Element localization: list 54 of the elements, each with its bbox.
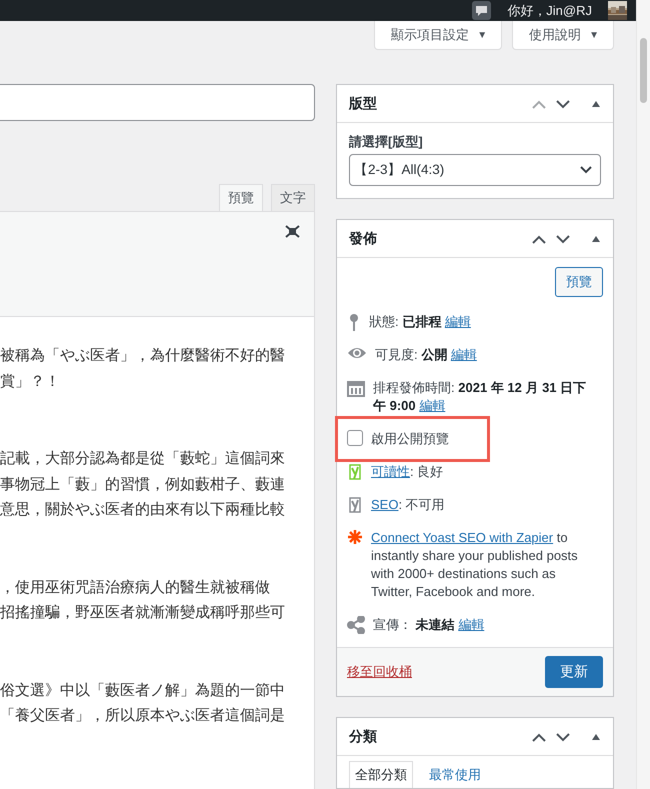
zapier-text: Connect Yoast SEO with Zapier to instantly share your published posts with 2000+ destinations such as Twitter, Facebook and more. bbox=[371, 529, 579, 601]
paragraph-line: 賞」？！ bbox=[0, 370, 61, 392]
move-down-icon[interactable] bbox=[555, 732, 571, 742]
chevron-down-icon bbox=[580, 166, 592, 174]
paragraph-line: 「養父医者」，所以原本やぶ医者這個詞是 bbox=[0, 705, 286, 726]
box-title: 發佈 bbox=[349, 230, 378, 248]
comment-icon[interactable] bbox=[472, 1, 492, 20]
editor-tab[interactable]: 文字 bbox=[271, 184, 315, 211]
paragraph-line: 招搖撞騙，野巫医者就漸漸變成稱呼那些可 bbox=[0, 602, 286, 623]
paragraph-line: ，使用巫術咒語治療病人的醫生就被稱做 bbox=[0, 576, 271, 598]
greeting-text[interactable]: 你好，Jin@RJ bbox=[507, 2, 592, 20]
meta-text: 可見度: 公開 編輯 bbox=[375, 346, 477, 364]
field-label: 請選擇[版型] bbox=[349, 133, 424, 151]
meta-text: 狀態: 已排程 編輯 bbox=[369, 313, 471, 331]
seo-text: 可讀性: 良好 bbox=[371, 463, 444, 481]
asterisk-icon bbox=[347, 529, 363, 545]
update-button[interactable]: 更新 bbox=[545, 656, 603, 688]
trash-link[interactable]: 移至回收桶 bbox=[347, 663, 412, 681]
box-title: 版型 bbox=[349, 94, 378, 112]
move-up-icon[interactable] bbox=[531, 732, 547, 742]
move-up-icon[interactable] bbox=[531, 234, 547, 244]
screen-option-button[interactable]: 顯示項目設定 ▼ bbox=[374, 21, 502, 50]
score-link[interactable]: 可讀性 bbox=[371, 464, 410, 479]
paragraph-line: 記載，大部分認為都是從「藪蛇」這個詞來 bbox=[0, 448, 286, 469]
fullscreen-icon[interactable] bbox=[284, 224, 301, 239]
edit-link[interactable]: 編輯 bbox=[458, 617, 484, 632]
scrollbar-thumb[interactable] bbox=[640, 38, 647, 103]
category-tab[interactable]: 全部分類 bbox=[349, 761, 413, 788]
meta-text: 排程發佈時間: 2021 年 12 月 31 日下午 9:00 編輯 bbox=[373, 379, 588, 415]
seo-text: SEO: 不可用 bbox=[371, 496, 445, 514]
zapier-link[interactable]: Connect Yoast SEO with Zapier bbox=[371, 530, 554, 545]
checkbox[interactable] bbox=[347, 430, 363, 446]
edit-link[interactable]: 編輯 bbox=[444, 314, 471, 329]
share-icon bbox=[347, 616, 365, 634]
screen-option-button[interactable]: 使用說明 ▼ bbox=[512, 21, 614, 50]
paragraph-line: 被稱為「やぶ医者」，為什麼醫術不好的醫 bbox=[0, 345, 286, 366]
edit-link[interactable]: 編輯 bbox=[450, 347, 477, 362]
score-link[interactable]: SEO bbox=[371, 497, 398, 512]
title-input[interactable] bbox=[0, 84, 315, 121]
calendar-icon bbox=[347, 379, 365, 397]
paragraph-line: 事物冠上「藪」的習慣，例如藪柑子、藪連 bbox=[0, 474, 286, 494]
pin-icon bbox=[347, 313, 361, 331]
paragraph-line: 意思，關於やぶ医者的由來有以下兩種比較 bbox=[0, 499, 286, 520]
eye-icon bbox=[347, 346, 367, 360]
template-select[interactable]: 【2-3】All(4:3) bbox=[349, 154, 601, 186]
preview-button[interactable]: 預覽 bbox=[555, 267, 603, 297]
meta-text: 宣傳： 未連結 編輯 bbox=[373, 616, 484, 634]
editor-tab[interactable]: 預覽 bbox=[219, 184, 263, 211]
checkbox-label[interactable]: 啟用公開預覽 bbox=[371, 430, 449, 448]
edit-link[interactable]: 編輯 bbox=[419, 398, 446, 413]
box-title: 分類 bbox=[349, 728, 378, 746]
move-down-icon[interactable] bbox=[555, 234, 571, 244]
paragraph-line: 俗文選》中以「藪医者ノ解」為題的一節中 bbox=[0, 680, 286, 700]
move-down-icon[interactable] bbox=[555, 98, 571, 108]
